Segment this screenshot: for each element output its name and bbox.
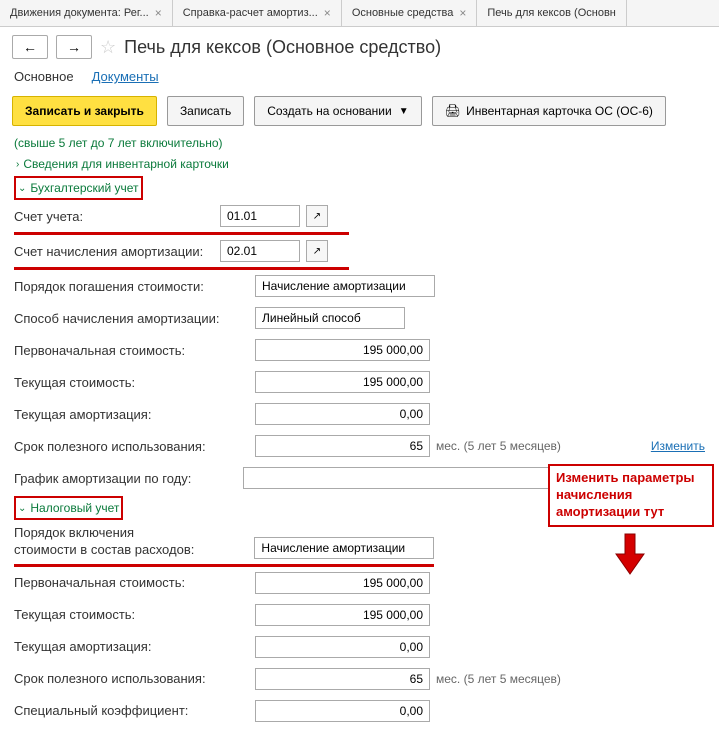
subtab-main[interactable]: Основное [14,69,74,84]
tax-current-cost-label: Текущая стоимость: [14,607,249,622]
initial-cost-row: Первоначальная стоимость: [14,334,705,366]
change-link[interactable]: Изменить [651,439,705,453]
back-button[interactable]: ← [12,35,48,59]
chevron-right-icon: › [16,159,19,170]
special-coef-input[interactable] [255,700,430,722]
write-close-button[interactable]: Записать и закрыть [12,96,157,126]
account-label: Счет учета: [14,209,214,224]
page-title: Печь для кексов (Основное средство) [124,37,441,58]
current-depr-row: Текущая амортизация: [14,398,705,430]
useful-life-hint: мес. (5 лет 5 месяцев) [436,439,561,453]
popup-icon[interactable]: ↗ [306,205,328,227]
subtab-documents[interactable]: Документы [92,69,159,84]
tab-3[interactable]: Печь для кексов (Основн [477,0,627,26]
create-based-button[interactable]: Создать на основании▼ [254,96,421,126]
method-label: Способ начисления амортизации: [14,311,249,326]
method-row: Способ начисления амортизации: [14,302,705,334]
tax-initial-cost-input[interactable] [255,572,430,594]
popup-icon[interactable]: ↗ [306,240,328,262]
arrow-down-icon [608,532,652,576]
account-input[interactable] [220,205,300,227]
chevron-down-icon: ⌄ [18,503,26,514]
tax-useful-life-hint: мес. (5 лет 5 месяцев) [436,672,561,686]
tax-section-header[interactable]: ⌄ Налоговый учет [14,496,123,520]
useful-life-row: Срок полезного использования: мес. (5 ле… [14,430,705,462]
tab-2[interactable]: Основные средства× [342,0,478,26]
current-cost-input[interactable] [255,371,430,393]
initial-cost-input[interactable] [255,339,430,361]
tax-include-label: Порядок включения стоимости в состав рас… [14,525,248,559]
close-icon[interactable]: × [459,6,466,20]
tab-1[interactable]: Справка-расчет амортиз...× [173,0,342,26]
method-input[interactable] [255,307,405,329]
form-content: (свыше 5 лет до 7 лет включительно) › Св… [0,132,719,737]
tax-useful-life-input[interactable] [255,668,430,690]
useful-life-input[interactable] [255,435,430,457]
tax-current-depr-label: Текущая амортизация: [14,639,249,654]
inventory-info-section[interactable]: › Сведения для инвентарной карточки [14,154,705,174]
depr-account-row: Счет начисления амортизации: ↗ [14,235,349,270]
tab-0[interactable]: Движения документа: Рег...× [0,0,173,26]
initial-cost-label: Первоначальная стоимость: [14,343,249,358]
print-icon: 🖨 [445,103,462,119]
schedule-label: График амортизации по году: [14,471,237,486]
forward-button[interactable]: → [56,35,92,59]
useful-life-label: Срок полезного использования: [14,439,249,454]
tax-include-row: Порядок включения стоимости в состав рас… [14,520,434,567]
truncated-text: (свыше 5 лет до 7 лет включительно) [14,134,705,152]
repay-input[interactable] [255,275,435,297]
close-icon[interactable]: × [324,6,331,20]
accounting-section-header[interactable]: ⌄ Бухгалтерский учет [14,176,143,200]
favorite-star-icon[interactable]: ☆ [100,37,116,58]
inventory-card-button[interactable]: 🖨Инвентарная карточка ОС (ОС-6) [432,96,666,126]
write-button[interactable]: Записать [167,96,244,126]
chevron-down-icon: ▼ [399,106,409,117]
document-tabs: Движения документа: Рег...× Справка-расч… [0,0,719,27]
current-depr-input[interactable] [255,403,430,425]
tax-initial-cost-label: Первоначальная стоимость: [14,575,249,590]
tax-current-depr-row: Текущая амортизация: [14,631,705,663]
depr-account-input[interactable] [220,240,300,262]
special-coef-row: Специальный коэффициент: [14,695,705,727]
close-icon[interactable]: × [155,6,162,20]
tax-include-input[interactable] [254,537,434,559]
tax-current-cost-input[interactable] [255,604,430,626]
tax-current-cost-row: Текущая стоимость: [14,599,705,631]
repay-label: Порядок погашения стоимости: [14,279,249,294]
current-cost-row: Текущая стоимость: [14,366,705,398]
tax-useful-life-label: Срок полезного использования: [14,671,249,686]
tax-initial-cost-row: Первоначальная стоимость: [14,567,705,599]
depr-account-label: Счет начисления амортизации: [14,244,214,259]
title-bar: ← → ☆ Печь для кексов (Основное средство… [0,27,719,63]
sub-tabs: Основное Документы [0,63,719,90]
chevron-down-icon: ⌄ [18,183,26,194]
annotation-callout: Изменить параметры начисления амортизаци… [548,464,714,527]
tax-useful-life-row: Срок полезного использования: мес. (5 ле… [14,663,705,695]
current-cost-label: Текущая стоимость: [14,375,249,390]
tax-current-depr-input[interactable] [255,636,430,658]
account-row: Счет учета: ↗ [14,200,349,235]
current-depr-label: Текущая амортизация: [14,407,249,422]
action-bar: Записать и закрыть Записать Создать на о… [0,90,719,132]
special-coef-label: Специальный коэффициент: [14,703,249,718]
repay-row: Порядок погашения стоимости: [14,270,705,302]
